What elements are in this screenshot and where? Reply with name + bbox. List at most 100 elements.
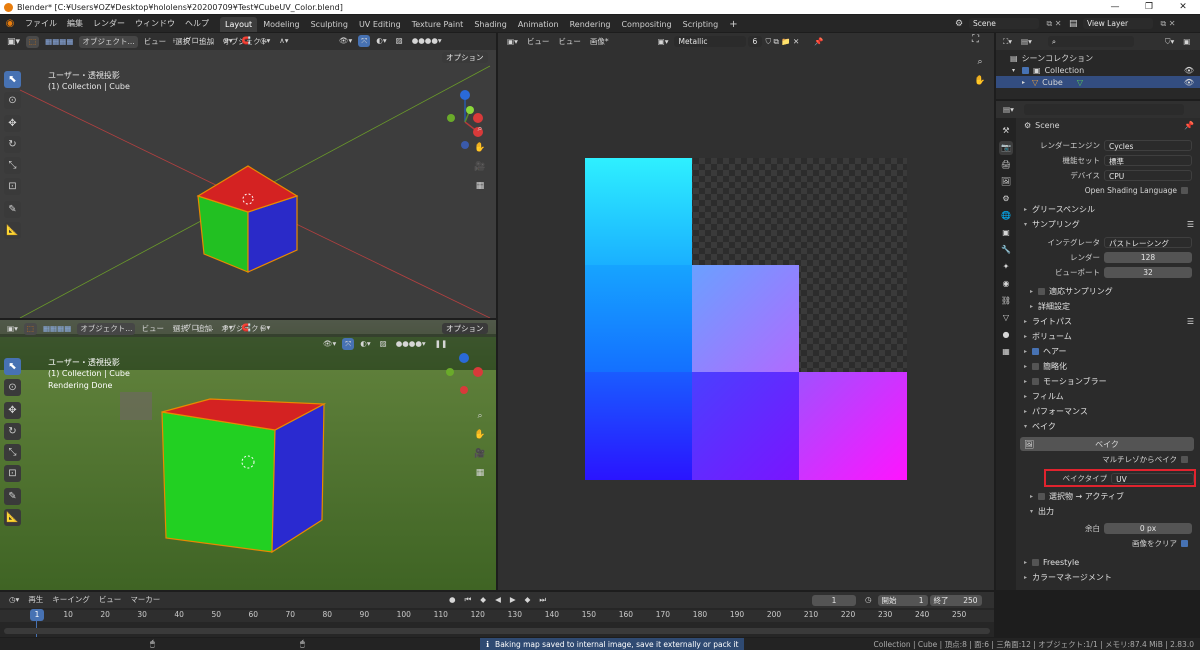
properties-panel[interactable]: ▤▾ ⚒ 📷 🖨 🖼 ⚙ 🌐 ▣ 🔧 ✦ ◉ ⛓ ▽ ● ▦ ⚙ Scene 📌… — [996, 101, 1200, 590]
select-mode-icons[interactable]: ▦▦▦▦ — [40, 323, 74, 335]
visibility-eye-icon[interactable]: 👁 — [1184, 78, 1194, 87]
output-tab-icon[interactable]: 🖨 — [999, 158, 1013, 172]
overlay-icon[interactable]: ◐▾ — [373, 35, 389, 47]
xray-icon[interactable]: ▨ — [377, 338, 390, 350]
proportional-icon[interactable]: ◎▾ — [257, 322, 273, 334]
section-output[interactable]: ▾ 出力 — [1018, 504, 1200, 519]
section-volumes[interactable]: ▸ ボリューム — [1018, 329, 1200, 344]
section-hair[interactable]: ▸ ヘアー — [1018, 344, 1200, 359]
presets-icon[interactable]: ☰ — [1187, 220, 1194, 229]
object-tab-icon[interactable]: ▣ — [999, 226, 1013, 240]
section-bake[interactable]: ▾ ベイク — [1018, 419, 1200, 434]
editor-type-icon[interactable]: ▣▾ — [4, 36, 23, 48]
transform-orientation-dropdown[interactable]: グロー... — [181, 322, 217, 334]
image-editor[interactable]: ▣▾ ビュー ビュー 画像* ▣▾ Metallic 6 ⛉ ⧉ 📁 ✕ 📌 ⛶… — [498, 33, 994, 590]
scene-icon[interactable]: ⚙ — [955, 19, 969, 29]
zoom-icon[interactable]: ⌕ — [974, 56, 986, 68]
modifier-tab-icon[interactable]: 🔧 — [999, 243, 1013, 257]
scene-actions-icon[interactable]: ⧉ ✕ — [1039, 19, 1069, 29]
filter-icon[interactable]: ⛉▾ — [1162, 36, 1177, 48]
margin-field[interactable]: 0 px — [1104, 523, 1192, 534]
section-advanced[interactable]: ▸ 詳細設定 — [1018, 299, 1200, 314]
collection-checkbox[interactable] — [1022, 66, 1029, 74]
play-reverse-icon[interactable]: ◀ — [492, 594, 504, 606]
gizmo-icon[interactable]: ⤧ — [358, 35, 371, 47]
pan-icon[interactable]: ✋ — [474, 429, 486, 441]
outliner-row-collection[interactable]: ▾ ▣ Collection 👁 — [996, 64, 1200, 76]
image-name-field[interactable]: Metallic — [674, 36, 747, 47]
pan-icon[interactable]: ✋ — [474, 142, 486, 154]
section-film[interactable]: ▸ フィルム — [1018, 389, 1200, 404]
tab-scripting[interactable]: Scripting — [678, 17, 724, 32]
falloff-icon[interactable]: ∧▾ — [276, 35, 291, 47]
zoom-icon[interactable]: ⌕ — [474, 410, 486, 422]
menu-view-2[interactable]: ビュー — [555, 36, 584, 48]
properties-editor-icon[interactable]: ▤▾ — [1000, 104, 1017, 116]
texture-tab-icon[interactable]: ▦ — [999, 345, 1013, 359]
view-layer-tab-icon[interactable]: 🖼 — [999, 175, 1013, 189]
gizmo-icon[interactable]: ⤧ — [342, 338, 355, 350]
adaptive-checkbox[interactable] — [1038, 288, 1045, 295]
viewport-samples-field[interactable]: 32 — [1104, 267, 1192, 278]
osl-checkbox[interactable] — [1181, 187, 1188, 194]
menu-playback[interactable]: 再生 — [25, 594, 46, 606]
snap-icon[interactable]: 🧲 — [239, 35, 254, 47]
section-selected-active[interactable]: ▸ 選択物 → アクティブ — [1018, 489, 1200, 504]
mode-dropdown[interactable]: オブジェクト... — [77, 322, 136, 335]
expand-icon[interactable]: ▾ — [1012, 67, 1022, 74]
xray-icon[interactable]: ▨ — [393, 35, 406, 47]
timeline-ruler[interactable]: 1102030405060708090100110120130140150160… — [0, 610, 994, 622]
menu-image[interactable]: 画像* — [587, 36, 612, 48]
data-tab-icon[interactable]: ▽ — [999, 311, 1013, 325]
integrator-dropdown[interactable]: パストレーシング — [1104, 237, 1192, 248]
menu-view[interactable]: ビュー — [141, 36, 170, 48]
visibility-icon[interactable]: 👁▾ — [320, 338, 339, 350]
freestyle-checkbox[interactable] — [1032, 559, 1039, 566]
section-grease-pencil[interactable]: ▸ グリースペンシル — [1018, 202, 1200, 217]
menu-window[interactable]: ウィンドウ — [130, 15, 180, 32]
multires-checkbox[interactable] — [1181, 456, 1188, 463]
tab-shading[interactable]: Shading — [469, 17, 512, 32]
playhead[interactable]: 1 — [30, 609, 44, 621]
move-tool-icon[interactable]: ✥ — [4, 402, 21, 419]
play-icon[interactable]: ▶ — [507, 594, 519, 606]
grid-icon[interactable]: ▦ — [474, 180, 486, 192]
image-actions-icons[interactable]: ⛉ ⧉ 📁 ✕ — [762, 36, 802, 48]
rotate-tool-icon[interactable]: ↻ — [4, 423, 21, 440]
end-frame-field[interactable]: 終了 250 — [929, 594, 982, 606]
jump-end-icon[interactable]: ⏭ — [536, 594, 549, 606]
timeline-editor-icon[interactable]: ◷▾ — [6, 594, 22, 606]
presets-icon[interactable]: ☰ — [1187, 317, 1194, 326]
add-workspace-icon[interactable]: + — [724, 17, 742, 32]
view-layer-field[interactable]: View Layer — [1083, 18, 1153, 29]
expand-icon[interactable]: ▸ — [1022, 79, 1032, 86]
transform-orientation-icon[interactable]: ⟊ — [170, 35, 178, 47]
tab-layout[interactable]: Layout — [220, 17, 258, 32]
camera-icon[interactable]: 🎥 — [474, 161, 486, 173]
selected-active-checkbox[interactable] — [1038, 493, 1045, 500]
tool-tab-icon[interactable]: ⚒ — [999, 124, 1013, 138]
uv-image[interactable] — [585, 158, 907, 480]
menu-view[interactable]: ビュー — [96, 594, 125, 606]
image-browse-icon[interactable]: ▣▾ — [655, 36, 672, 48]
minimize-icon[interactable]: — — [1098, 0, 1132, 14]
new-collection-icon[interactable]: ▣ — [1180, 36, 1193, 48]
render-samples-field[interactable]: 128 — [1104, 252, 1192, 263]
menu-edit[interactable]: 編集 — [62, 15, 88, 32]
zoom-icon[interactable]: ⌕ — [474, 123, 486, 135]
device-dropdown[interactable]: CPU — [1104, 170, 1192, 181]
hair-checkbox[interactable] — [1032, 348, 1039, 355]
pan-icon[interactable]: ✋ — [974, 75, 986, 87]
tab-texture-paint[interactable]: Texture Paint — [407, 17, 469, 32]
particles-tab-icon[interactable]: ✦ — [999, 260, 1013, 274]
start-frame-field[interactable]: 開始 1 — [877, 594, 928, 606]
section-freestyle[interactable]: ▸ Freestyle — [1018, 555, 1200, 570]
menu-keying[interactable]: キーイング — [49, 594, 93, 606]
scale-tool-icon[interactable]: ⤡ — [4, 444, 21, 461]
material-tab-icon[interactable]: ● — [999, 328, 1013, 342]
tab-compositing[interactable]: Compositing — [616, 17, 676, 32]
properties-search[interactable] — [1023, 104, 1184, 115]
select-mode-icons[interactable]: ▦▦▦▦ — [42, 36, 76, 48]
editor-type-icon[interactable]: ▣▾ — [4, 323, 21, 335]
visibility-eye-icon[interactable]: 👁 — [1184, 66, 1194, 75]
